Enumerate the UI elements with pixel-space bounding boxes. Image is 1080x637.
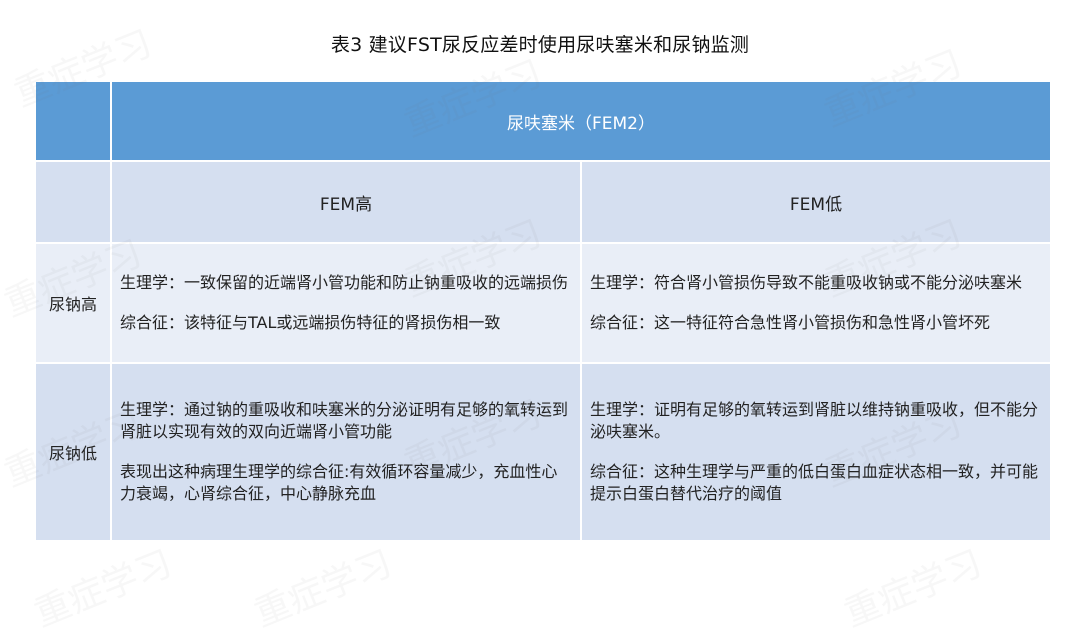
watermark: 重症学习	[28, 543, 178, 636]
table-header: 尿呋塞米（FEM2）	[110, 80, 1052, 162]
subheader-corner-cell	[34, 160, 112, 244]
physiology-text: 生理学：一致保留的近端肾小管功能和防止钠重吸收的远端损伤	[120, 273, 569, 292]
monitoring-table: 尿呋塞米（FEM2） FEM高 FEM低 尿钠高 生理学：一致保留的近端肾小管功…	[34, 80, 1052, 542]
cell-sodium-high-fem-low: 生理学：符合肾小管损伤导致不能重吸收钠或不能分泌呋塞米 综合征：这一特征符合急性…	[580, 242, 1052, 364]
row-label-sodium-high: 尿钠高	[34, 242, 112, 364]
syndrome-text: 综合征：这一特征符合急性肾小管损伤和急性肾小管坏死	[590, 313, 991, 332]
table-row: 尿钠高 生理学：一致保留的近端肾小管功能和防止钠重吸收的远端损伤 综合征：该特征…	[34, 242, 1052, 364]
watermark: 重症学习	[838, 543, 988, 636]
physiology-text: 生理学：符合肾小管损伤导致不能重吸收钠或不能分泌呋塞米	[590, 273, 1023, 292]
syndrome-text: 表现出这种病理生理学的综合征:有效循环容量减少，充血性心力衰竭，心肾综合征，中心…	[120, 462, 558, 503]
cell-sodium-low-fem-low: 生理学：证明有足够的氧转运到肾脏以维持钠重吸收，但不能分泌呋塞米。 综合征：这种…	[580, 362, 1052, 542]
corner-cell	[34, 80, 112, 162]
physiology-text: 生理学：证明有足够的氧转运到肾脏以维持钠重吸收，但不能分泌呋塞米。	[590, 400, 1039, 441]
syndrome-text: 综合征：这种生理学与严重的低白蛋白血症状态相一致，并可能提示白蛋白替代治疗的阈值	[590, 462, 1039, 503]
page-title: 表3 建议FST尿反应差时使用尿呋塞米和尿钠监测	[330, 34, 750, 56]
table-row: 尿钠低 生理学：通过钠的重吸收和呋塞米的分泌证明有足够的氧转运到肾脏以实现有效的…	[34, 362, 1052, 542]
subheader-fem-low: FEM低	[580, 160, 1052, 244]
cell-sodium-high-fem-high: 生理学：一致保留的近端肾小管功能和防止钠重吸收的远端损伤 综合征：该特征与TAL…	[110, 242, 582, 364]
row-label-sodium-low: 尿钠低	[34, 362, 112, 542]
cell-sodium-low-fem-high: 生理学：通过钠的重吸收和呋塞米的分泌证明有足够的氧转运到肾脏以实现有效的双向近端…	[110, 362, 582, 542]
watermark: 重症学习	[248, 543, 398, 636]
syndrome-text: 综合征：该特征与TAL或远端损伤特征的肾损伤相一致	[120, 313, 501, 332]
physiology-text: 生理学：通过钠的重吸收和呋塞米的分泌证明有足够的氧转运到肾脏以实现有效的双向近端…	[120, 400, 569, 441]
subheader-fem-high: FEM高	[110, 160, 582, 244]
